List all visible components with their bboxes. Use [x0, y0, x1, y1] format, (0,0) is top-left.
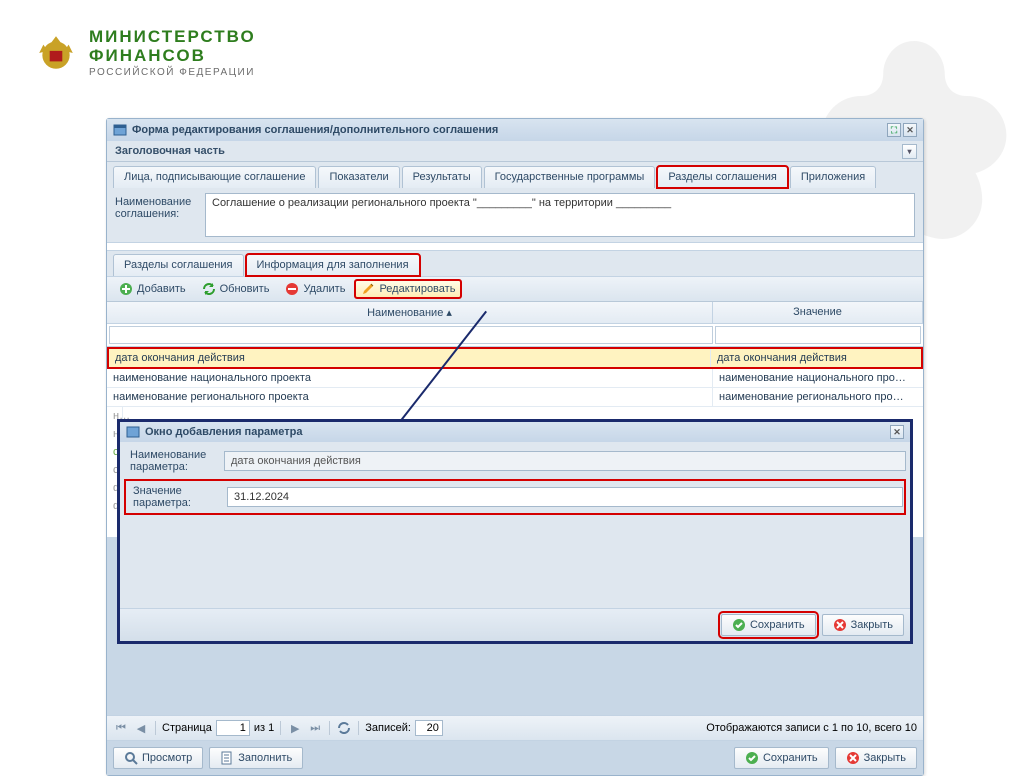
window-title: Форма редактирования соглашения/дополнит… [132, 124, 498, 136]
col-value-header[interactable]: Значение [713, 302, 923, 323]
section-header: Заголовочная часть ▾ [107, 141, 923, 162]
edit-button[interactable]: Редактировать [355, 280, 461, 298]
param-name-row: Наименование параметра: дата окончания д… [124, 446, 906, 476]
ministry-title: МИНИСТЕРСТВОФИНАНСОВ [89, 28, 256, 65]
param-name-value: дата окончания действия [224, 451, 906, 471]
window-icon [113, 123, 127, 137]
pager-refresh[interactable] [336, 720, 352, 736]
col-name-header[interactable]: Наименование ▴ [107, 302, 713, 323]
magnifier-icon [124, 751, 138, 765]
plus-icon [119, 282, 133, 296]
tab-attachments[interactable]: Приложения [790, 166, 876, 188]
main-tabstrip: Лица, подписывающие соглашение Показател… [107, 162, 923, 188]
window-fullscreen-button[interactable]: ⛶ [887, 123, 901, 137]
emblem-icon [35, 32, 77, 74]
filter-name-input[interactable] [109, 326, 713, 344]
pager-of-label: из 1 [254, 722, 274, 734]
modal-title: Окно добавления параметра [145, 426, 303, 438]
tab-indicators[interactable]: Показатели [318, 166, 399, 188]
grid-filter-row [107, 324, 923, 347]
modal-save-button[interactable]: Сохранить [721, 614, 816, 636]
sub-tabstrip: Разделы соглашения Информация для заполн… [107, 250, 923, 276]
sort-asc-icon: ▴ [446, 307, 452, 319]
footer-close-button[interactable]: Закрыть [835, 747, 917, 769]
pager-page-input[interactable] [216, 720, 250, 736]
window-titlebar: Форма редактирования соглашения/дополнит… [107, 119, 923, 141]
pager-next[interactable]: ▶ [287, 720, 303, 736]
agreement-name-value[interactable]: Соглашение о реализации регионального пр… [205, 193, 915, 237]
grid-row[interactable]: наименование регионального проекта наиме… [107, 388, 923, 407]
ministry-subtitle: РОССИЙСКОЙ ФЕДЕРАЦИИ [89, 67, 256, 78]
modal-footer: Сохранить Закрыть [120, 608, 910, 641]
pager-last[interactable]: ⏭ [307, 720, 323, 736]
grid-header: Наименование ▴ Значение [107, 302, 923, 324]
modal-icon [126, 425, 140, 439]
grid-row[interactable]: наименование национального проекта наиме… [107, 369, 923, 388]
refresh-icon [202, 282, 216, 296]
tab-signers[interactable]: Лица, подписывающие соглашение [113, 166, 316, 188]
param-value-row: Значение параметра: 31.12.2024 [124, 479, 906, 515]
document-icon [220, 751, 234, 765]
grid-row-selected[interactable]: дата окончания действия дата окончания д… [107, 347, 923, 369]
window-close-button[interactable]: ✕ [903, 123, 917, 137]
cell-name: наименование национального проекта [107, 369, 713, 387]
tab-sections[interactable]: Разделы соглашения [657, 166, 788, 188]
agreement-name-label: Наименование соглашения: [115, 193, 205, 237]
cell-value: дата окончания действия [711, 349, 921, 367]
add-button[interactable]: Добавить [113, 280, 192, 298]
fill-button[interactable]: Заполнить [209, 747, 303, 769]
cell-name: наименование регионального проекта [107, 388, 713, 406]
refresh-button[interactable]: Обновить [196, 280, 276, 298]
subtab-sections[interactable]: Разделы соглашения [113, 254, 244, 276]
pager-records-input[interactable] [415, 720, 443, 736]
grid-toolbar: Добавить Обновить Удалить Редактировать [107, 276, 923, 302]
x-icon [833, 618, 847, 632]
tab-results[interactable]: Результаты [402, 166, 482, 188]
preview-button[interactable]: Просмотр [113, 747, 203, 769]
cell-value: наименование национального про… [713, 369, 923, 387]
footer-save-button[interactable]: Сохранить [734, 747, 829, 769]
param-name-label: Наименование параметра: [124, 446, 224, 476]
tab-gov-programs[interactable]: Государственные программы [484, 166, 656, 188]
filter-value-input[interactable] [715, 326, 921, 344]
section-collapse-button[interactable]: ▾ [902, 144, 917, 159]
add-parameter-modal: Окно добавления параметра ✕ Наименование… [117, 419, 913, 644]
cell-value: наименование регионального про… [713, 388, 923, 406]
param-value-input[interactable]: 31.12.2024 [227, 487, 903, 507]
window-footer: Просмотр Заполнить Сохранить Закрыть [107, 741, 923, 775]
pencil-icon [361, 282, 375, 296]
subtab-fill-info[interactable]: Информация для заполнения [246, 254, 420, 276]
pager: ⏮ ◀ Страница из 1 ▶ ⏭ Записей: Отображаю… [107, 715, 923, 741]
param-value-label: Значение параметра: [127, 482, 227, 512]
cell-name: дата окончания действия [109, 349, 711, 367]
pager-page-label: Страница [162, 722, 212, 734]
delete-button[interactable]: Удалить [279, 280, 351, 298]
pager-prev[interactable]: ◀ [133, 720, 149, 736]
minus-icon [285, 282, 299, 296]
modal-close-button[interactable]: Закрыть [822, 614, 904, 636]
check-icon [745, 751, 759, 765]
x-icon [846, 751, 860, 765]
check-icon [732, 618, 746, 632]
modal-titlebar: Окно добавления параметра ✕ [120, 422, 910, 442]
pager-records-label: Записей: [365, 722, 411, 734]
edit-agreement-window: Форма редактирования соглашения/дополнит… [106, 118, 924, 776]
modal-close-x[interactable]: ✕ [890, 425, 904, 439]
pager-first[interactable]: ⏮ [113, 720, 129, 736]
pager-summary: Отображаются записи с 1 по 10, всего 10 [706, 722, 917, 734]
agreement-name-row: Наименование соглашения: Соглашение о ре… [107, 188, 923, 242]
